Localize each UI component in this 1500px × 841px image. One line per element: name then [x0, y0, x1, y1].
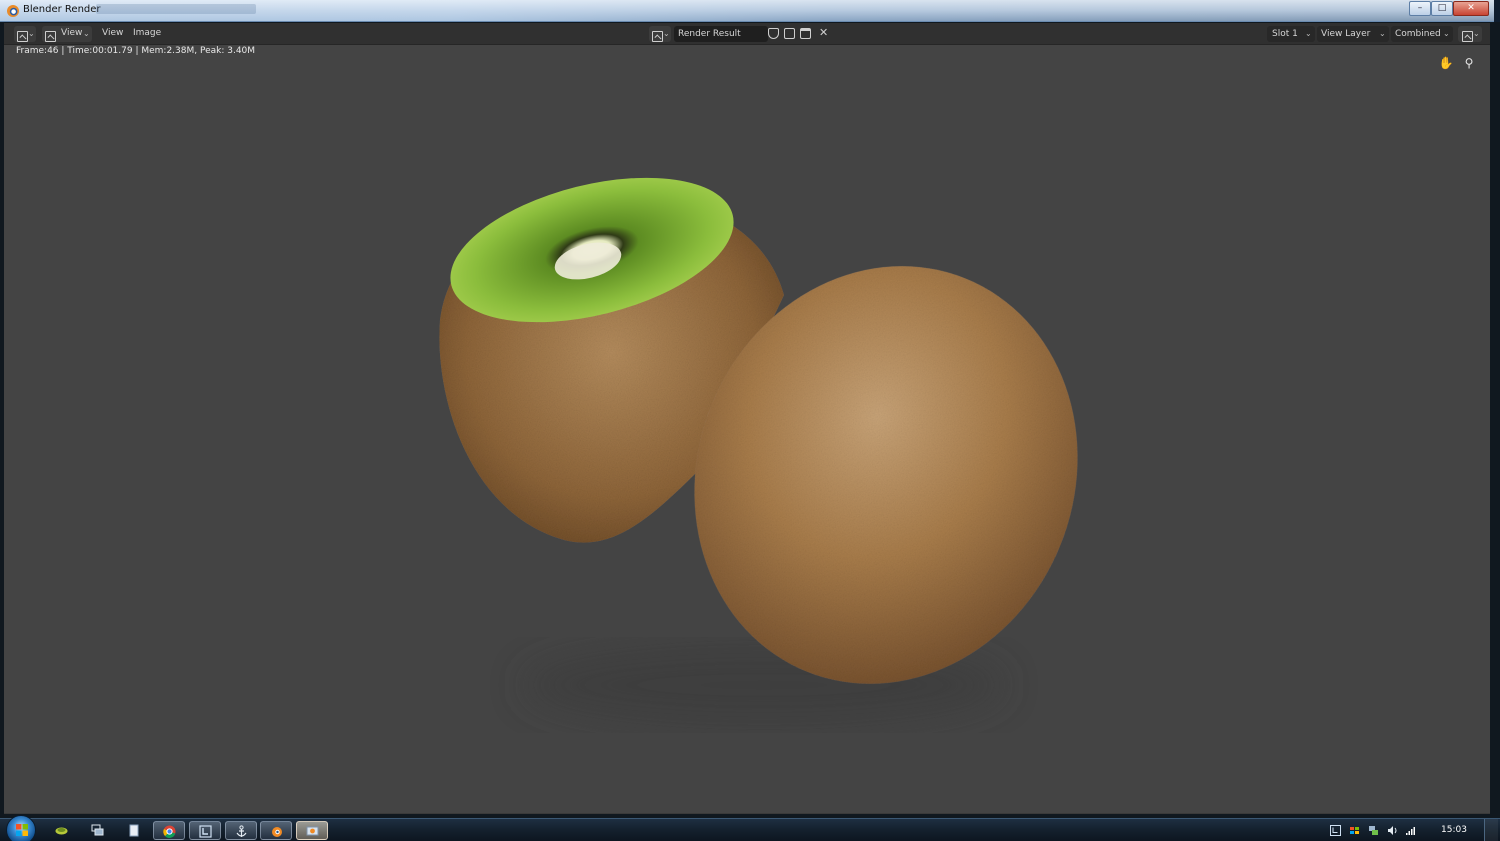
chevron-down-icon: ⌄ — [663, 29, 670, 38]
image-name-label: Render Result — [678, 29, 741, 39]
view-mode-label: View — [61, 28, 83, 38]
desktop-screen: Blender Render – □ ✕ ⌄ View ⌄ View Image… — [0, 0, 1500, 841]
network-tray-icon[interactable] — [1368, 825, 1379, 836]
chevron-down-icon: ⌄ — [1379, 29, 1386, 38]
chevron-down-icon: ⌄ — [83, 29, 90, 38]
render-pass-dropdown[interactable]: Combined ⌄ — [1391, 26, 1453, 42]
blender-render-window: Blender Render – □ ✕ ⌄ View ⌄ View Image… — [0, 0, 1494, 818]
close-window-button[interactable]: ✕ — [1453, 1, 1489, 16]
file-icon — [129, 824, 139, 837]
flag-icon[interactable] — [1349, 825, 1360, 836]
taskbar-leaf-app[interactable] — [46, 821, 78, 840]
view-layer-dropdown[interactable]: View Layer ⌄ — [1317, 26, 1389, 42]
speaker-icon[interactable] — [1387, 825, 1398, 836]
slot-label: Slot 1 — [1272, 29, 1298, 39]
browse-image-button[interactable]: ⌄ — [649, 26, 671, 42]
taskbar-blender-render-app[interactable] — [296, 821, 328, 840]
window-title: Blender Render — [23, 4, 101, 15]
blender-icon — [272, 827, 282, 837]
anchor-icon — [236, 825, 247, 837]
kiwi-render-image — [439, 177, 1078, 725]
duplicate-icon[interactable] — [784, 28, 795, 39]
image-editor-header: ⌄ View ⌄ View Image ⌄ Render Result ✕ Sl… — [4, 23, 1490, 45]
maximize-button[interactable]: □ — [1431, 1, 1453, 16]
chevron-down-icon: ⌄ — [1305, 29, 1312, 38]
taskbar-blender-app[interactable] — [260, 821, 292, 840]
chevron-down-icon: ⌄ — [28, 29, 35, 38]
network-icon — [91, 824, 104, 836]
taskbar-edit-app[interactable] — [189, 821, 221, 840]
blender-logo-icon — [7, 5, 19, 17]
render-info-text: Frame:46 | Time:00:01.79 | Mem:2.38M, Pe… — [16, 46, 256, 56]
image-editor-icon — [17, 31, 28, 42]
view-layer-label: View Layer — [1321, 29, 1371, 39]
blurred-path — [96, 4, 256, 14]
chrome-icon — [163, 825, 176, 838]
zoom-icon[interactable]: ⚲ — [1459, 53, 1479, 73]
windows-flag-icon — [16, 824, 28, 836]
display-channels-button[interactable]: ⌄ — [1458, 26, 1482, 42]
signal-icon[interactable] — [1405, 825, 1416, 836]
view-mode-icon — [45, 31, 56, 42]
image-name-field[interactable]: Render Result — [674, 26, 768, 42]
taskbar: 15:03 — [0, 815, 1500, 841]
tray-app-icon[interactable] — [1330, 825, 1341, 836]
display-channels-icon — [1462, 31, 1473, 42]
chevron-down-icon: ⌄ — [1443, 29, 1450, 38]
title-bar[interactable]: Blender Render – □ ✕ — [0, 0, 1494, 22]
chevron-down-icon: ⌄ — [1473, 29, 1480, 38]
edit-icon — [199, 825, 212, 838]
blender-render-icon — [306, 826, 319, 836]
menu-image[interactable]: Image — [133, 28, 161, 38]
slot-dropdown[interactable]: Slot 1 ⌄ — [1267, 26, 1315, 42]
image-browse-icon — [652, 31, 663, 42]
open-folder-icon[interactable] — [800, 28, 811, 39]
show-desktop-button[interactable] — [1484, 819, 1498, 841]
render-pass-label: Combined — [1395, 29, 1441, 39]
editor-type-button[interactable]: ⌄ — [14, 26, 36, 42]
taskbar-anchor-app[interactable] — [225, 821, 257, 840]
taskbar-chrome-app[interactable] — [153, 821, 185, 840]
view-mode-dropdown[interactable]: View ⌄ — [42, 26, 92, 42]
minimize-button[interactable]: – — [1409, 1, 1431, 16]
taskbar-clock[interactable]: 15:03 — [1441, 825, 1467, 835]
start-button[interactable] — [6, 815, 36, 841]
taskbar-file-app[interactable] — [118, 821, 150, 840]
close-icon[interactable]: ✕ — [819, 26, 828, 39]
menu-view[interactable]: View — [102, 28, 123, 38]
render-viewport[interactable]: Frame:46 | Time:00:01.79 | Mem:2.38M, Pe… — [4, 45, 1490, 814]
taskbar-network-app[interactable] — [82, 821, 114, 840]
leaf-app-icon — [55, 827, 68, 835]
hand-pan-icon[interactable]: ✋ — [1436, 53, 1456, 73]
shield-icon[interactable] — [768, 28, 779, 39]
